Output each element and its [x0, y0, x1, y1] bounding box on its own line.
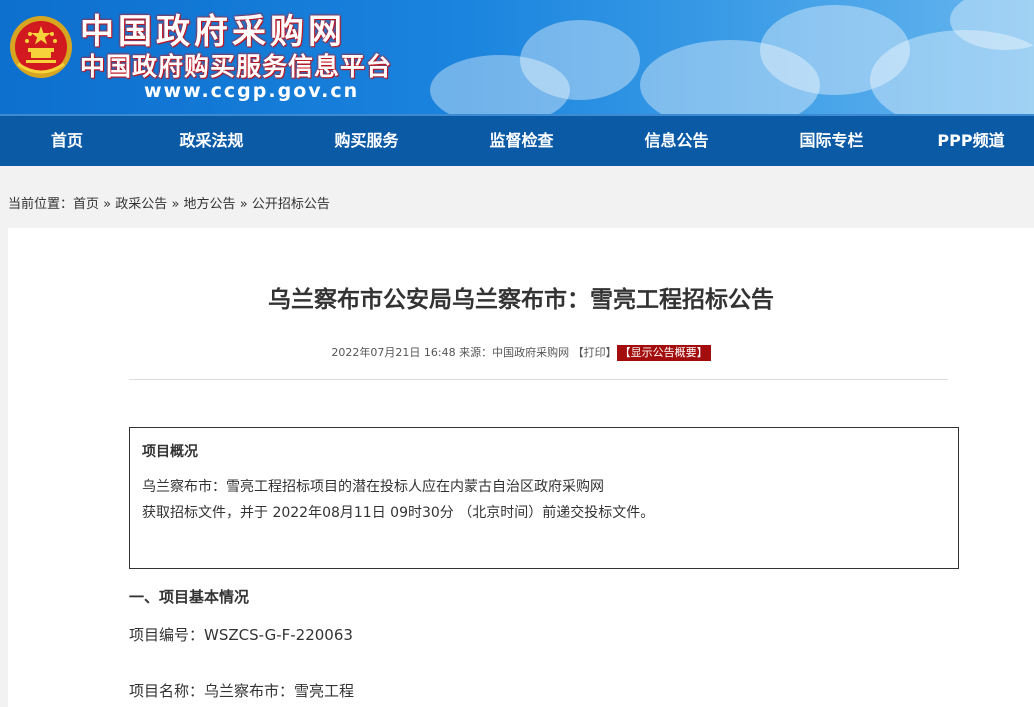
nav-item-purchase-services[interactable]: 购买服务	[289, 116, 444, 166]
nav-item-international[interactable]: 国际专栏	[754, 116, 909, 166]
meta-source-label: 来源：	[459, 346, 493, 359]
breadcrumb-home[interactable]: 首页	[73, 197, 99, 212]
project-name-field: 项目名称：乌兰察布市：雪亮工程	[129, 680, 354, 702]
breadcrumb-separator: »	[239, 197, 248, 212]
meta-source: 中国政府采购网	[492, 346, 570, 359]
project-overview-box: 项目概况 乌兰察布市：雪亮工程招标项目的潜在投标人应在内蒙古自治区政府采购网 获…	[129, 427, 959, 569]
nav-item-supervision[interactable]: 监督检查	[444, 116, 599, 166]
breadcrumb-separator: »	[103, 197, 112, 212]
article-card: 乌兰察布市公安局乌兰察布市：雪亮工程招标公告 2022年07月21日 16:48…	[8, 228, 1034, 707]
nav-item-announcements[interactable]: 信息公告	[599, 116, 754, 166]
article-title: 乌兰察布市公安局乌兰察布市：雪亮工程招标公告	[268, 287, 774, 313]
project-number-label: 项目编号：	[129, 626, 205, 644]
breadcrumb-procurement-notices[interactable]: 政采公告	[115, 197, 167, 212]
breadcrumb-separator: »	[171, 197, 180, 212]
project-name-label: 项目名称：	[129, 682, 205, 700]
section-heading-basic-info: 一、项目基本情况	[129, 588, 250, 606]
overview-line: 获取招标文件，并于 2022年08月11日 09时30分 （北京时间）前递交投标…	[142, 505, 655, 521]
nav-item-regulations[interactable]: 政采法规	[134, 116, 289, 166]
site-title: 中国政府采购网	[80, 12, 346, 52]
breadcrumb-prefix: 当前位置：	[8, 197, 74, 212]
nav-item-home[interactable]: 首页	[0, 116, 134, 166]
breadcrumb-open-tender[interactable]: 公开招标公告	[252, 197, 330, 212]
article-meta: 2022年07月21日 16:48 来源：中国政府采购网 【打印】 【显示公告概要…	[8, 344, 1034, 362]
site-banner: 中国政府采购网 中国政府购买服务信息平台 www.ccgp.gov.cn	[0, 0, 1034, 114]
project-name-value: 乌兰察布市：雪亮工程	[204, 682, 355, 700]
overview-title: 项目概况	[142, 444, 198, 460]
meta-datetime: 2022年07月21日 16:48	[331, 346, 456, 359]
national-emblem-icon	[10, 16, 72, 78]
project-number-value: WSZCS-G-F-220063	[204, 626, 353, 644]
nav-item-ppp[interactable]: PPP频道	[909, 116, 1033, 166]
divider	[129, 379, 948, 380]
site-subtitle: 中国政府购买服务信息平台	[80, 52, 393, 81]
overview-line: 乌兰察布市：雪亮工程招标项目的潜在投标人应在内蒙古自治区政府采购网	[142, 479, 604, 495]
breadcrumb-local-notices[interactable]: 地方公告	[184, 197, 236, 212]
breadcrumb: 当前位置：首页 » 政采公告 » 地方公告 » 公开招标公告	[8, 195, 330, 215]
cloud-decoration	[520, 20, 640, 100]
main-nav: 首页 政采法规 购买服务 监督检查 信息公告 国际专栏 PPP频道	[0, 114, 1034, 166]
print-link[interactable]: 【打印】	[573, 346, 617, 359]
show-summary-button[interactable]: 【显示公告概要】	[616, 345, 711, 361]
project-number-field: 项目编号：WSZCS-G-F-220063	[129, 624, 353, 646]
site-url[interactable]: www.ccgp.gov.cn	[144, 80, 359, 102]
